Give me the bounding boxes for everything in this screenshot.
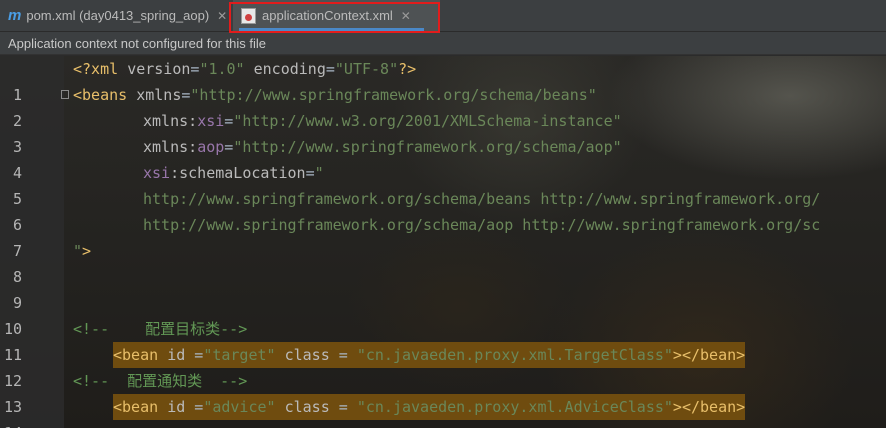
tab-application-context-xml[interactable]: applicationContext.xml ✕ (233, 0, 440, 31)
code-line: 1 <?xml version="1.0" encoding="UTF-8"?> (0, 56, 886, 104)
code-line: 4 xmlns:aop="http://www.springframework.… (0, 134, 886, 182)
fold-icon[interactable] (61, 90, 69, 99)
code-line: 2 <beans xmlns="http://www.springframewo… (0, 82, 886, 130)
code-line: 5 xsi:schemaLocation=" (0, 160, 886, 208)
code-line: 13 <!-- 配置通知类 --> (0, 368, 886, 416)
code-line: 11 <!-- 配置目标类--> (0, 316, 886, 364)
code-editor[interactable]: 1 <?xml version="1.0" encoding="UTF-8"?>… (0, 56, 886, 428)
close-icon[interactable]: ✕ (217, 9, 227, 23)
code-line: 10 (0, 290, 886, 338)
code-line: 9 (0, 264, 886, 312)
tab-label: pom.xml (day0413_spring_aop) (26, 8, 210, 23)
code-line: 8 "> (0, 238, 886, 286)
maven-icon: m (8, 7, 22, 24)
highlighted-code: <bean id ="target" class = "cn.javaeden.… (113, 342, 746, 368)
highlighted-code: <bean id ="advice" class = "cn.javaeden.… (113, 394, 746, 420)
tab-pom-xml[interactable]: m pom.xml (day0413_spring_aop) ✕ (0, 0, 232, 31)
banner-text: Application context not configured for t… (8, 35, 266, 51)
tab-label: applicationContext.xml (262, 8, 393, 23)
notification-banner: Application context not configured for t… (0, 32, 886, 55)
close-icon[interactable]: ✕ (401, 9, 411, 23)
editor-tab-bar: m pom.xml (day0413_spring_aop) ✕ applica… (0, 0, 886, 32)
code-line: 14 <bean id ="advice" class = "cn.javaed… (0, 394, 886, 428)
line-number: 14 (0, 420, 22, 428)
code-line: 7 http://www.springframework.org/schema/… (0, 212, 886, 260)
code-line: 12 <bean id ="target" class = "cn.javaed… (0, 342, 886, 390)
code-line: 6 http://www.springframework.org/schema/… (0, 186, 886, 234)
xml-file-icon (241, 7, 256, 24)
code-line: 3 xmlns:xsi="http://www.w3.org/2001/XMLS… (0, 108, 886, 156)
